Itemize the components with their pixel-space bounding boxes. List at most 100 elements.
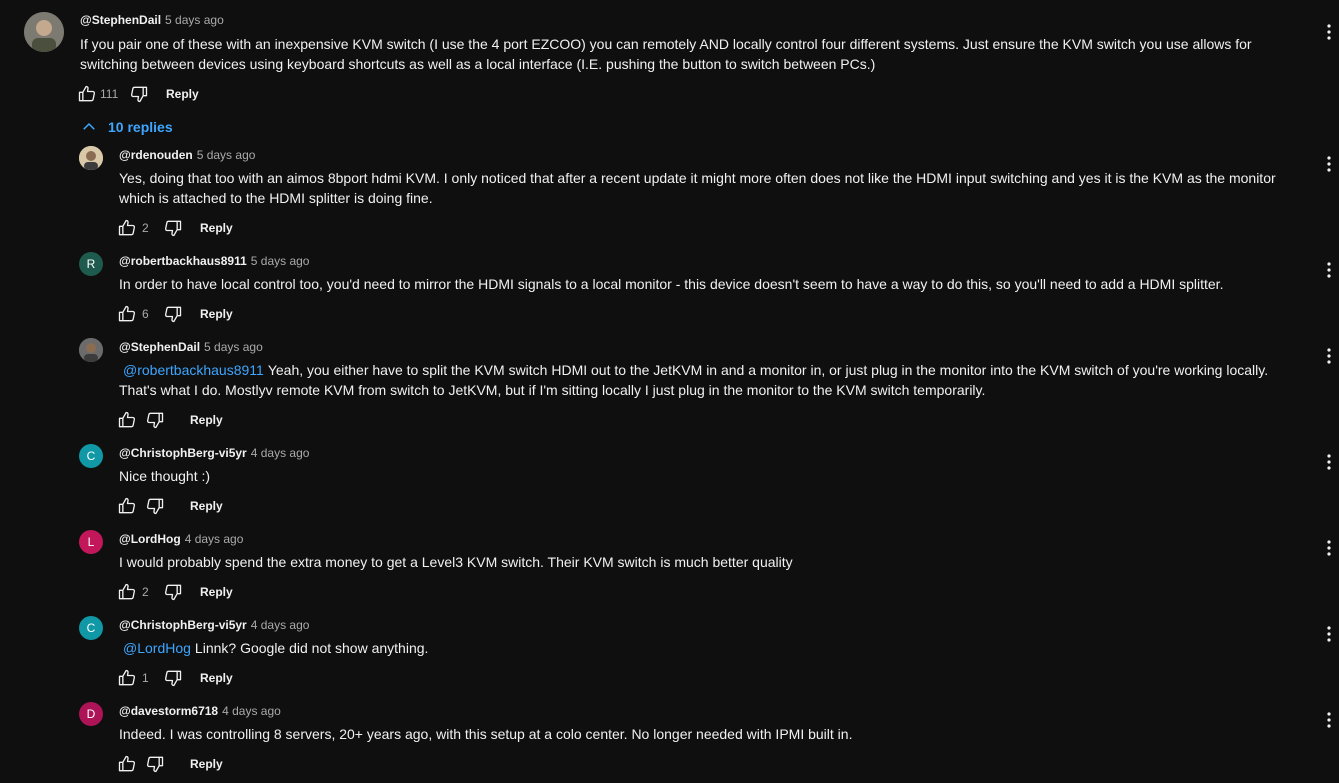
avatar[interactable]: R [79,252,103,276]
comment-author[interactable]: @robertbackhaus8911 [119,254,247,268]
comment-time[interactable]: 5 days ago [204,340,263,354]
thumbs-down-icon[interactable] [128,83,150,105]
thumbs-up-icon[interactable] [116,495,138,517]
comment-actions: 1 Reply [116,666,233,690]
comment-time[interactable]: 5 days ago [197,148,256,162]
like-count: 2 [142,221,149,235]
comment-text-content: Linnk? Google did not show anything. [194,640,429,656]
comment-text-content: I would probably spend the extra money t… [119,554,793,570]
thumbs-down-icon[interactable] [162,667,184,689]
avatar[interactable]: C [79,444,103,468]
comment-time[interactable]: 5 days ago [165,13,224,27]
comment-time[interactable]: 4 days ago [251,618,310,632]
comment-header: @ChristophBerg-vi5yr 4 days ago [119,618,309,632]
comment-author[interactable]: @StephenDail [80,13,161,27]
avatar-letter: D [86,707,96,721]
thumbs-up-icon[interactable] [76,83,98,105]
thumbs-down-icon[interactable] [144,495,166,517]
reply-button[interactable]: Reply [200,307,233,321]
comment-header: @StephenDail 5 days ago [80,13,224,27]
comment-time[interactable]: 4 days ago [222,704,281,718]
avatar-photo [79,338,103,362]
comment-author[interactable]: @rdenouden [119,148,193,162]
reply-comment: L @LordHog 4 days ago I would probably sp… [0,522,1339,608]
reply-comment: @StephenDail 5 days ago @robertbackhaus89… [0,330,1339,429]
comment-text-content: Indeed. I was controlling 8 servers, 20+… [119,726,853,742]
comment-author[interactable]: @LordHog [119,532,181,546]
comment-actions: 6 Reply [116,302,233,326]
thumbs-down-icon[interactable] [162,217,184,239]
comment-header: @rdenouden 5 days ago [119,148,255,162]
thumbs-up-icon[interactable] [116,217,138,239]
reply-comment: C @ChristophBerg-vi5yr 4 days ago Nice th… [0,436,1339,522]
kebab-menu-icon[interactable] [1320,622,1338,646]
comment-text-line: If you pair one of these with an inexpen… [80,36,1252,52]
thumbs-down-icon[interactable] [162,581,184,603]
avatar-letter: L [87,535,95,549]
like-count: 111 [100,87,119,101]
comment-text: Indeed. I was controlling 8 servers, 20+… [119,724,1289,744]
avatar-letter: C [86,621,96,635]
comment-text: In order to have local control too, you'… [119,274,1289,294]
thumbs-up-icon[interactable] [116,667,138,689]
top-comment: @StephenDail 5 days ago If you pair one o… [0,0,1339,110]
kebab-menu-icon[interactable] [1320,20,1338,44]
avatar[interactable]: C [79,616,103,640]
avatar[interactable] [79,338,103,362]
comment-actions: Reply [116,408,223,432]
avatar[interactable] [79,146,103,170]
reply-button[interactable]: Reply [166,87,199,101]
comment-author[interactable]: @StephenDail [119,340,200,354]
reply-button[interactable]: Reply [190,499,223,513]
kebab-menu-icon[interactable] [1320,258,1338,282]
avatar[interactable] [24,12,64,52]
comment-text: @LordHog Linnk? Google did not show anyth… [119,638,1289,658]
comment-header: @davestorm6718 4 days ago [119,704,281,718]
like-count: 2 [142,585,149,599]
thumbs-up-icon[interactable] [116,303,138,325]
replies-toggle-button[interactable]: 10 replies [80,116,173,138]
kebab-menu-icon[interactable] [1320,536,1338,560]
reply-comment: R @robertbackhaus8911 5 days ago In order… [0,244,1339,330]
reply-comment: C @ChristophBerg-vi5yr 4 days ago @LordHo… [0,608,1339,694]
chevron-up-icon [83,122,95,130]
thumbs-up-icon[interactable] [116,409,138,431]
comment-author[interactable]: @ChristophBerg-vi5yr [119,618,247,632]
reply-comment: D @davestorm6718 4 days ago Indeed. I was… [0,694,1339,780]
comment-text-content: Yeah, you either have to split the KVM s… [119,362,1269,398]
kebab-menu-icon[interactable] [1320,152,1338,176]
kebab-menu-icon[interactable] [1320,344,1338,368]
reply-button[interactable]: Reply [200,671,233,685]
comment-header: @ChristophBerg-vi5yr 4 days ago [119,446,309,460]
like-count: 6 [142,307,149,321]
kebab-menu-icon[interactable] [1320,708,1338,732]
reply-button[interactable]: Reply [190,757,223,771]
reply-button[interactable]: Reply [190,413,223,427]
comment-actions: 111 Reply [76,82,199,106]
thumbs-up-icon[interactable] [116,581,138,603]
thumbs-up-icon[interactable] [116,753,138,775]
avatar[interactable]: L [79,530,103,554]
reply-button[interactable]: Reply [200,585,233,599]
avatar-letter: C [86,449,96,463]
comment-time[interactable]: 5 days ago [251,254,310,268]
thumbs-down-icon[interactable] [162,303,184,325]
avatar[interactable]: D [79,702,103,726]
comment-author[interactable]: @davestorm6718 [119,704,218,718]
mention-link[interactable]: @LordHog [123,640,191,656]
comment-text: If you pair one of these with an inexpen… [80,34,1260,74]
kebab-menu-icon[interactable] [1320,450,1338,474]
thumbs-down-icon[interactable] [144,409,166,431]
reply-button[interactable]: Reply [200,221,233,235]
comment-actions: Reply [116,494,223,518]
mention-link[interactable]: @robertbackhaus8911 [123,362,264,378]
comment-text-content: Nice thought :) [119,468,211,484]
comment-author[interactable]: @ChristophBerg-vi5yr [119,446,247,460]
comment-header: @StephenDail 5 days ago [119,340,263,354]
comment-time[interactable]: 4 days ago [251,446,310,460]
comment-time[interactable]: 4 days ago [185,532,244,546]
comment-actions: Reply [116,752,223,776]
comment-text-content: In order to have local control too, you'… [119,276,1224,292]
thumbs-down-icon[interactable] [144,753,166,775]
comment-text: @robertbackhaus8911 Yeah, you either have… [119,360,1289,400]
